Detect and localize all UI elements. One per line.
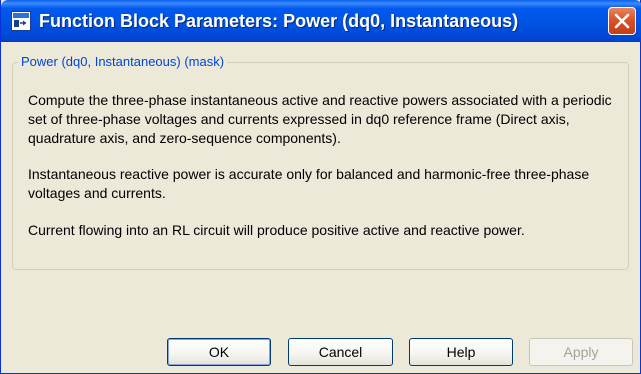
- group-legend: Power (dq0, Instantaneous) (mask): [18, 55, 228, 69]
- close-icon: [614, 13, 630, 29]
- title-bar[interactable]: Function Block Parameters: Power (dq0, I…: [1, 0, 641, 42]
- close-button[interactable]: [608, 7, 636, 35]
- apply-button[interactable]: Apply: [529, 338, 633, 366]
- cancel-button[interactable]: Cancel: [288, 338, 393, 366]
- dialog-window: Function Block Parameters: Power (dq0, I…: [0, 0, 641, 374]
- description-paragraph-1: Compute the three-phase instantaneous ac…: [28, 92, 612, 146]
- description-paragraph-2: Instantaneous reactive power is accurate…: [28, 166, 590, 201]
- simulink-block-icon[interactable]: [11, 11, 31, 31]
- description-paragraph-3: Current flowing into an RL circuit will …: [28, 222, 525, 238]
- ok-button[interactable]: OK: [167, 338, 271, 366]
- help-button[interactable]: Help: [409, 338, 513, 366]
- window-title: Function Block Parameters: Power (dq0, I…: [39, 11, 519, 31]
